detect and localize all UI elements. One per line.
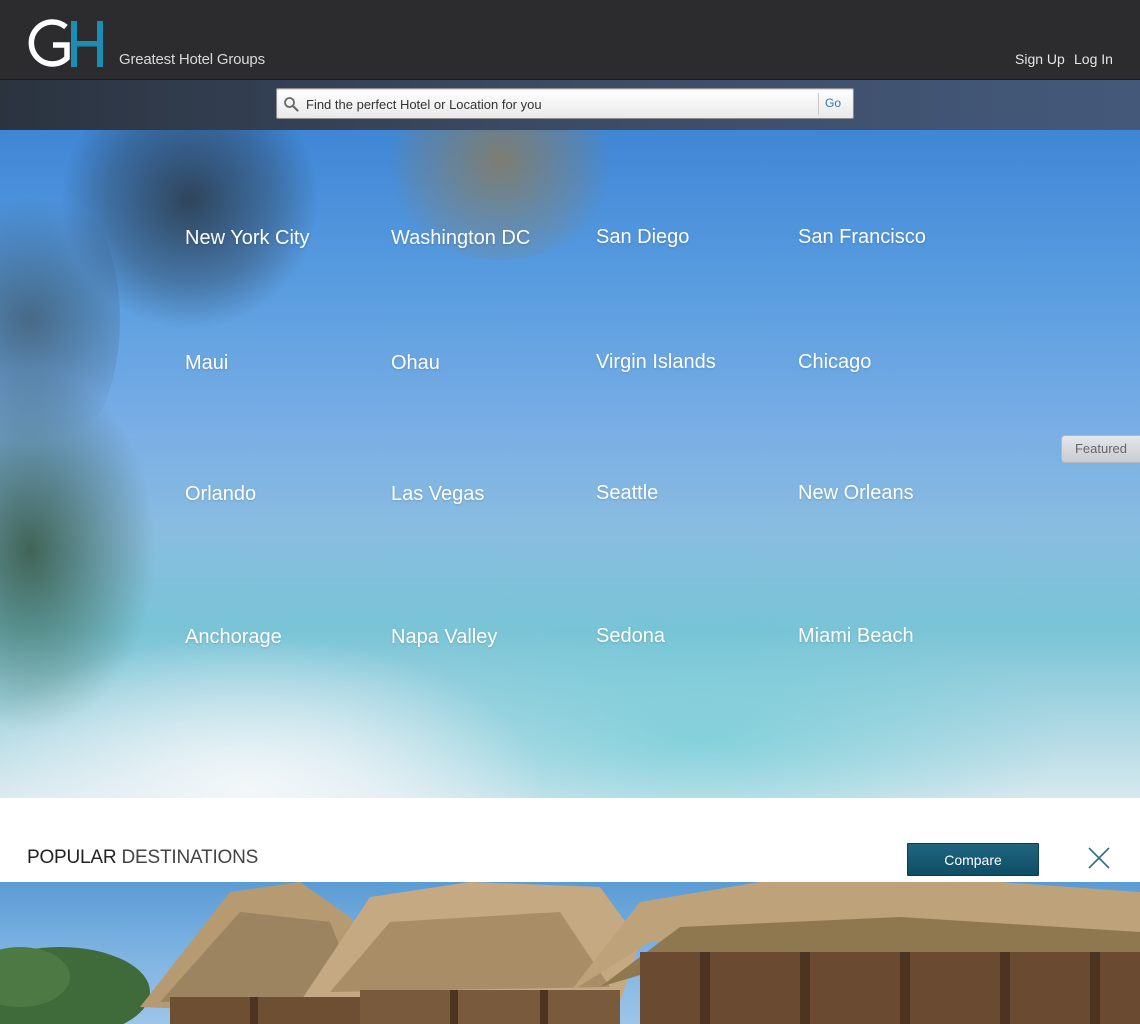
destination-link[interactable]: Seattle <box>596 482 658 505</box>
log-in-link[interactable]: Log In <box>1074 51 1113 67</box>
top-header: Greatest Hotel Groups Sign Up Log In <box>0 0 1140 80</box>
destination-link[interactable]: Chicago <box>798 351 871 374</box>
search-divider <box>818 93 819 115</box>
destination-link[interactable]: Virgin Islands <box>596 351 716 374</box>
search-input[interactable] <box>306 94 814 114</box>
destination-link[interactable]: Anchorage <box>185 626 282 649</box>
hero-background <box>0 130 1140 798</box>
sign-up-link[interactable]: Sign Up <box>1015 51 1065 67</box>
search-box[interactable]: Go <box>276 88 854 119</box>
gh-logo-icon[interactable] <box>27 18 107 70</box>
featured-tab[interactable]: Featured <box>1061 435 1140 463</box>
destination-link[interactable]: Sedona <box>596 625 665 648</box>
destination-link[interactable]: Washington DC <box>391 227 530 250</box>
destination-link[interactable]: San Diego <box>596 226 689 249</box>
heading-light: DESTINATIONS <box>121 847 259 868</box>
brand-name: Greatest Hotel Groups <box>119 51 265 68</box>
destination-link[interactable]: New York City <box>185 227 310 250</box>
destination-link[interactable]: Napa Valley <box>391 626 497 649</box>
destination-photo <box>0 882 1140 1024</box>
destination-link[interactable]: Orlando <box>185 483 256 506</box>
thatched-huts-image <box>0 882 1140 1024</box>
go-button[interactable]: Go <box>825 96 841 110</box>
destination-link[interactable]: Miami Beach <box>798 625 914 648</box>
destination-link[interactable]: Maui <box>185 352 228 375</box>
destination-link[interactable]: Las Vegas <box>391 483 484 506</box>
search-icon <box>284 97 299 112</box>
destination-link[interactable]: Ohau <box>391 352 440 375</box>
compare-button[interactable]: Compare <box>907 843 1039 876</box>
destination-link[interactable]: San Francisco <box>798 226 926 249</box>
destination-link[interactable]: New Orleans <box>798 482 914 505</box>
popular-destinations-heading: POPULAR DESTINATIONS <box>27 847 258 869</box>
close-icon[interactable] <box>1087 846 1111 870</box>
heading-bold: POPULAR <box>27 847 117 868</box>
